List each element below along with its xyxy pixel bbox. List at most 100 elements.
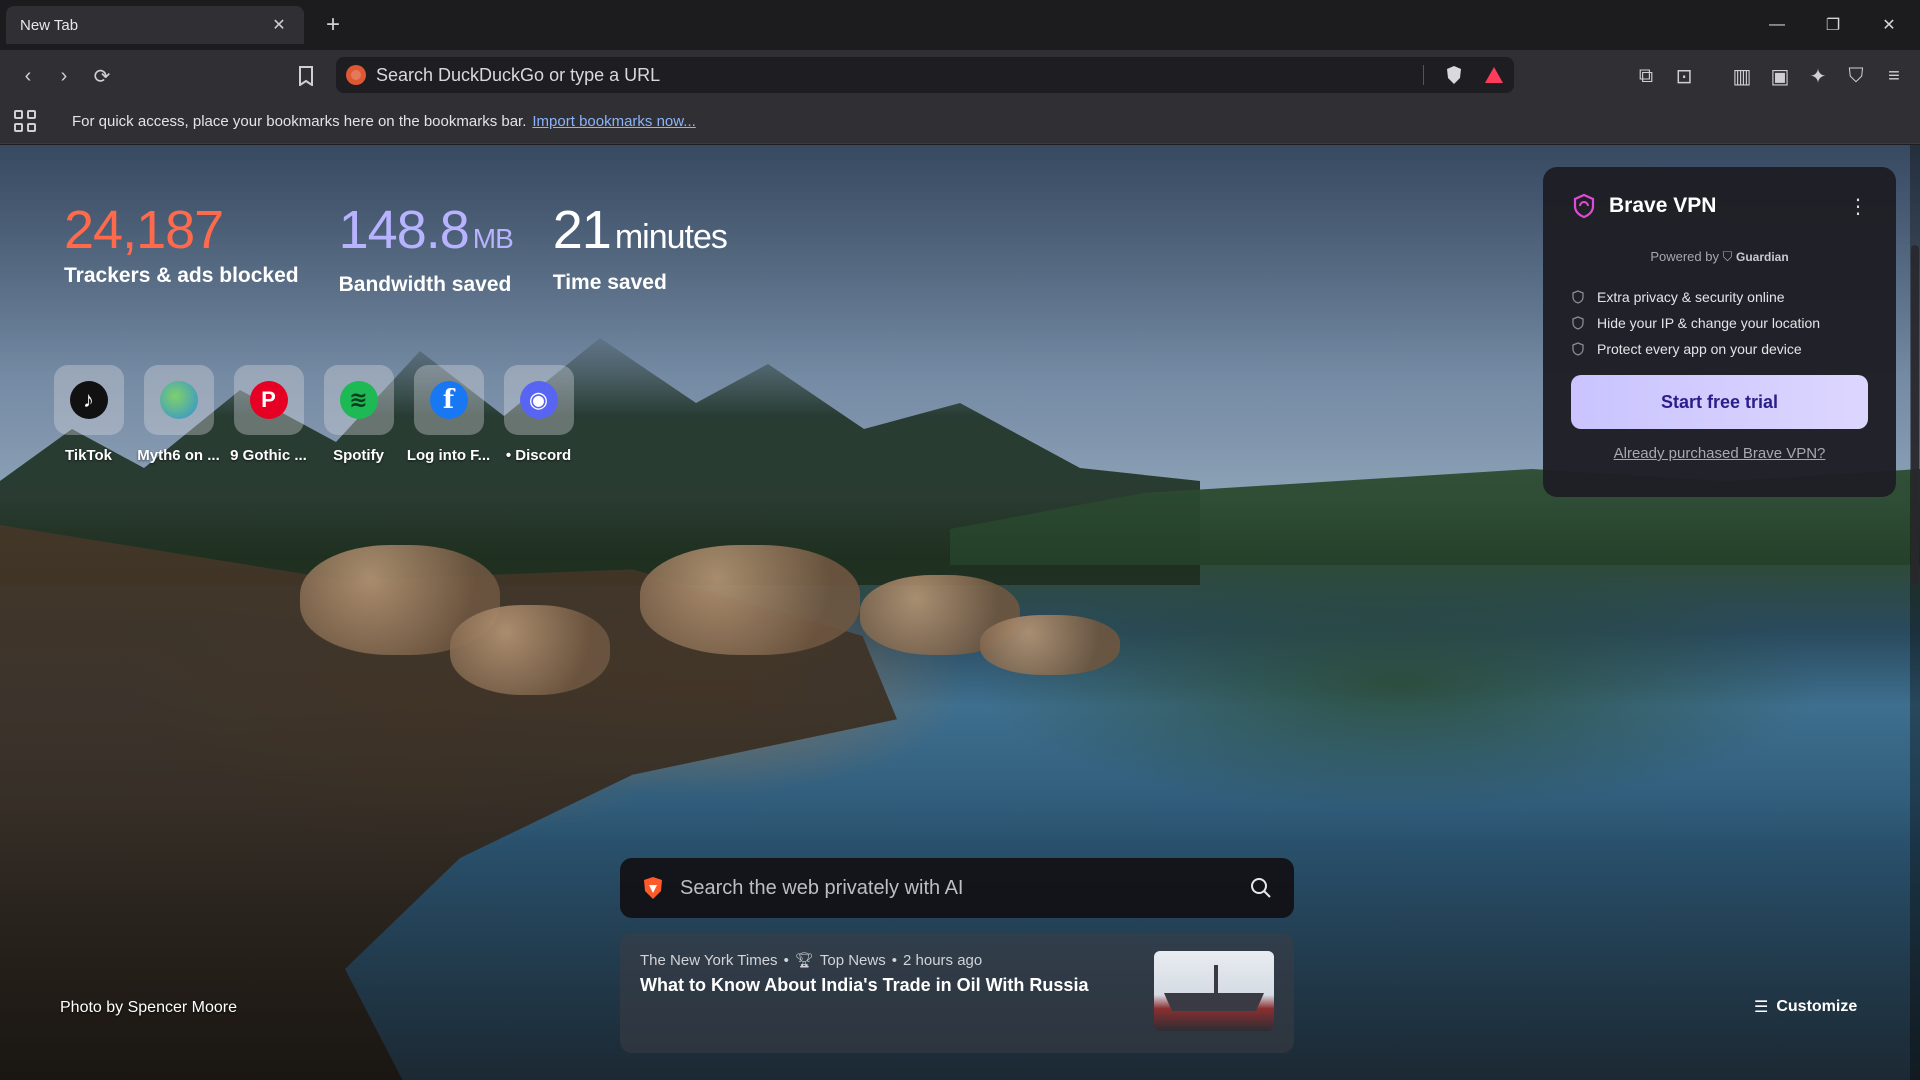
minimize-icon[interactable]: —	[1762, 10, 1792, 40]
address-bar-placeholder: Search DuckDuckGo or type a URL	[376, 64, 661, 85]
site-label: Myth6 on ...	[137, 447, 220, 464]
globe-icon	[159, 381, 198, 419]
vpn-feature: Extra privacy & security online	[1571, 289, 1868, 305]
bookmarks-bar-message: For quick access, place your bookmarks h…	[72, 113, 527, 130]
time-value: 21	[552, 200, 612, 260]
news-category: Top News	[819, 951, 886, 969]
discord-icon: ◉	[519, 381, 558, 419]
facebook-icon: f	[429, 381, 468, 419]
ship-mast	[1214, 965, 1218, 995]
start-free-trial-button[interactable]: Start free trial	[1571, 375, 1868, 429]
stat-trackers: 24,187 Trackers & ads blocked	[64, 200, 299, 297]
guardian-logo-icon: ⛉	[1722, 249, 1736, 264]
close-icon[interactable]: ✕	[268, 15, 290, 35]
menu-icon[interactable]: ≡	[1880, 62, 1908, 90]
forward-icon[interactable]: ›	[50, 62, 78, 90]
search-icon[interactable]	[1250, 877, 1272, 899]
news-card[interactable]: The New York Times • 🏆︎ Top News • 2 hou…	[620, 933, 1294, 1053]
vpn-header: Brave VPN ⋮	[1571, 193, 1868, 219]
bandwidth-value-row: 148.8 MB	[338, 200, 514, 269]
time-unit: minutes	[614, 218, 728, 256]
brave-shields-icon[interactable]	[1440, 61, 1468, 89]
import-bookmarks-link[interactable]: Import bookmarks now...	[532, 113, 695, 130]
window-close-icon[interactable]: ✕	[1874, 10, 1904, 40]
stat-bandwidth: 148.8 MB Bandwidth saved	[338, 200, 514, 297]
brave-lion-icon	[644, 877, 662, 899]
bookmark-icon[interactable]	[292, 62, 320, 90]
ai-search-box[interactable]: Search the web privately with AI	[620, 858, 1294, 918]
top-site-discord[interactable]: ◉ • Discord	[502, 365, 575, 464]
trackers-count: 24,187	[64, 200, 224, 260]
page-scrollbar[interactable]	[1910, 145, 1920, 1080]
sliders-icon: ☰	[1754, 999, 1769, 1016]
tab-strip: New Tab ✕ + — ❐ ✕	[0, 0, 1920, 50]
vpn-feature-text: Hide your IP & change your location	[1597, 315, 1821, 331]
back-icon[interactable]: ‹	[14, 62, 42, 90]
news-thumbnail	[1154, 951, 1274, 1031]
restore-icon[interactable]: ❐	[1818, 10, 1848, 40]
brave-rewards-icon[interactable]	[1480, 61, 1508, 89]
omnibox-divider	[1423, 65, 1424, 85]
tiktok-icon: ♪	[69, 381, 108, 419]
apps-grid-icon[interactable]	[14, 110, 36, 132]
news-headline[interactable]: What to Know About India's Trade in Oil …	[640, 975, 1140, 996]
top-site-pinterest[interactable]: P 9 Gothic ...	[230, 365, 307, 464]
site-label: Spotify	[333, 447, 384, 464]
customize-button[interactable]: ☰ Customize	[1754, 997, 1857, 1017]
wallet-icon[interactable]: ▣	[1766, 62, 1794, 90]
news-source: The New York Times	[640, 951, 778, 969]
sidebar-icon[interactable]: ▥	[1728, 62, 1756, 90]
site-tile[interactable]: ≋	[323, 365, 394, 435]
pinterest-icon: P	[249, 381, 288, 419]
shield-check-icon	[1572, 316, 1584, 330]
vpn-feature-text: Extra privacy & security online	[1597, 289, 1785, 305]
shield-check-icon	[1572, 290, 1584, 304]
search-tabs-icon[interactable]: ⊡	[1670, 62, 1698, 90]
site-label: TikTok	[65, 447, 112, 464]
site-tile[interactable]: P	[233, 365, 304, 435]
toolbar: ‹ › ⟳ Search DuckDuckGo or type a URL ⧉ …	[0, 50, 1920, 100]
address-bar[interactable]: Search DuckDuckGo or type a URL	[336, 57, 1514, 93]
guardian-label: Guardian	[1735, 250, 1789, 264]
site-tile[interactable]: f	[413, 365, 484, 435]
top-sites: ♪ TikTok Myth6 on ... P 9 Gothic ... ≋ S…	[52, 365, 575, 464]
bandwidth-value: 148.8	[338, 200, 470, 260]
powered-by-label: Powered by	[1650, 249, 1719, 264]
site-label: • Discord	[505, 447, 572, 464]
site-tile[interactable]	[143, 365, 214, 435]
vpn-feature: Protect every app on your device	[1571, 341, 1868, 357]
extensions-icon[interactable]: ⧉	[1632, 62, 1660, 90]
top-site-myth6[interactable]: Myth6 on ...	[137, 365, 220, 464]
duckduckgo-icon	[346, 65, 366, 85]
news-age: 2 hours ago	[903, 951, 983, 969]
top-site-facebook[interactable]: f Log into F...	[407, 365, 490, 464]
privacy-stats: 24,187 Trackers & ads blocked 148.8 MB Ba…	[64, 200, 728, 297]
reload-icon[interactable]: ⟳	[88, 62, 116, 90]
vpn-powered-by: Powered by ⛉ Guardian	[1571, 249, 1868, 265]
search-placeholder: Search the web privately with AI	[680, 876, 964, 899]
site-tile[interactable]: ♪	[53, 365, 124, 435]
trophy-icon: 🏆︎	[794, 952, 814, 969]
top-site-spotify[interactable]: ≋ Spotify	[322, 365, 395, 464]
site-label: Log into F...	[406, 447, 491, 464]
more-options-icon[interactable]: ⋮	[1848, 194, 1868, 219]
site-tile[interactable]: ◉	[503, 365, 574, 435]
vpn-shield-icon	[1573, 193, 1595, 219]
shield-check-icon	[1572, 342, 1584, 356]
spotify-icon: ≋	[339, 381, 378, 419]
top-site-tiktok[interactable]: ♪ TikTok	[52, 365, 125, 464]
new-tab-page: 24,187 Trackers & ads blocked 148.8 MB Ba…	[0, 145, 1920, 1080]
news-meta-separator: •	[783, 951, 789, 969]
already-purchased-link[interactable]: Already purchased Brave VPN?	[1571, 445, 1868, 462]
scrollbar-thumb[interactable]	[1911, 245, 1919, 585]
vpn-title: Brave VPN	[1609, 194, 1717, 217]
vpn-feature: Hide your IP & change your location	[1571, 315, 1868, 331]
vpn-feature-list: Extra privacy & security online Hide you…	[1571, 289, 1868, 357]
vpn-feature-text: Protect every app on your device	[1597, 341, 1802, 357]
leo-ai-icon[interactable]: ✦	[1804, 62, 1832, 90]
tab-new-tab[interactable]: New Tab ✕	[6, 6, 304, 44]
browser-chrome: New Tab ✕ + — ❐ ✕ ‹ › ⟳ Search DuckDuckG…	[0, 0, 1920, 144]
plus-icon[interactable]: +	[318, 12, 348, 38]
trackers-label: Trackers & ads blocked	[64, 264, 299, 287]
vpn-icon[interactable]: ⛉	[1842, 62, 1870, 90]
